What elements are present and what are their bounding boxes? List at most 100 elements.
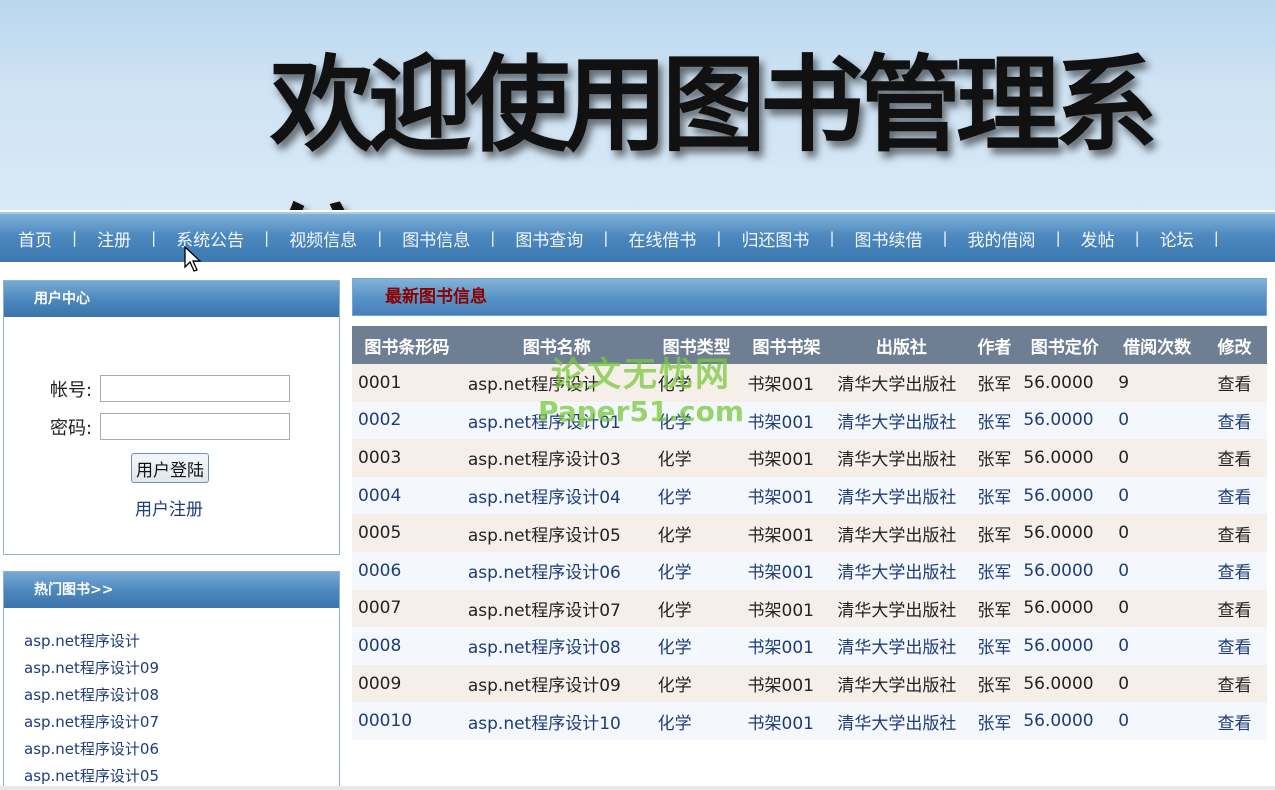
nav-item: 首页 | [10,226,89,251]
table-cell: 书架001 [741,702,832,740]
hot-book-item[interactable]: asp.net程序设计 [24,628,339,655]
table-cell: 0004 [352,476,462,515]
table-cell: 0 [1112,551,1203,590]
nav-link[interactable]: 论坛 [1152,226,1202,251]
table-cell: 清华大学出版社 [831,627,972,665]
table-cell: 0 [1112,514,1203,552]
view-link[interactable]: 查看 [1202,476,1267,515]
nav-separator: | [151,229,157,247]
table-cell: 张军 [971,627,1018,665]
table-cell: 化学 [651,514,742,552]
table-cell: 化学 [651,476,742,515]
hot-book-item[interactable]: asp.net程序设计07 [24,709,339,736]
view-link[interactable]: 查看 [1202,589,1267,628]
nav-link[interactable]: 我的借阅 [960,226,1044,251]
table-cell: 书架001 [741,627,832,665]
view-link[interactable]: 查看 [1202,551,1267,590]
table-cell: 张军 [971,589,1018,628]
view-link[interactable]: 查看 [1202,627,1267,665]
account-input[interactable] [100,375,290,402]
login-button[interactable]: 用户登陆 [131,453,209,483]
table-cell: 化学 [651,589,742,628]
table-cell: 化学 [651,401,742,440]
nav-link[interactable]: 图书查询 [507,226,591,251]
nav-item: 视频信息 | [281,226,394,251]
banner: 欢迎使用图书管理系统 [0,0,1275,210]
table-cell: 书架001 [741,551,832,590]
table-cell: 56.0000 [1017,664,1113,703]
table-cell: 0007 [352,589,462,628]
password-label: 密码: [50,417,93,439]
hot-books-panel: 热门图书>> asp.net程序设计 asp.net程序设计09 asp.net程序… [3,571,340,790]
column-header: 图书定价 [1017,326,1113,364]
column-header: 作者 [971,326,1018,364]
table-row: 0004 asp.net程序设计04 化学 书架001 清华大学出版社 张军 56.0000… [352,476,1267,515]
nav-link[interactable]: 归还图书 [733,226,817,251]
table-cell: 张军 [971,551,1018,590]
latest-books-header: 最新图书信息 [352,278,1267,316]
nav-item: 注册 | [89,226,168,251]
table-cell: 56.0000 [1017,627,1113,665]
table-cell: asp.net程序设计08 [461,627,652,665]
table-cell: 书架001 [741,589,832,628]
nav-separator: | [264,229,270,247]
nav-link[interactable]: 发帖 [1073,226,1123,251]
password-row: 密码: [50,413,290,440]
table-cell: asp.net程序设计05 [461,514,652,552]
register-link[interactable]: 用户注册 [135,495,203,520]
hot-books-title: 热门图书>> [4,572,339,608]
hot-book-item[interactable]: asp.net程序设计06 [24,736,339,763]
table-cell: 化学 [651,439,742,477]
table-cell: 书架001 [741,476,832,515]
table-header-row: 图书条形码 图书名称 图书类型 图书书架 出版社 作者 图书定价 借阅次数 修改 [352,326,1267,364]
table-cell: 0 [1112,476,1203,515]
account-row: 帐号: [50,375,290,402]
table-cell: 化学 [651,627,742,665]
table-row: 0007 asp.net程序设计07 化学 书架001 清华大学出版社 张军 56.0000… [352,589,1267,628]
nav-item: 图书查询 | [507,226,620,251]
table-cell: 清华大学出版社 [831,514,972,552]
table-cell: 化学 [651,364,742,402]
column-header: 借阅次数 [1112,326,1203,364]
nav-link[interactable]: 图书信息 [394,226,478,251]
table-row: 0003 asp.net程序设计03 化学 书架001 清华大学出版社 张军 56.0000… [352,439,1267,477]
table-cell: 清华大学出版社 [831,476,972,515]
table-cell: 张军 [971,702,1018,740]
hot-book-item[interactable]: asp.net程序设计09 [24,655,339,682]
table-cell: 0 [1112,401,1203,440]
table-cell: 56.0000 [1017,364,1113,402]
table-cell: 00010 [352,702,462,740]
table-cell: 清华大学出版社 [831,702,972,740]
column-header: 图书名称 [461,326,652,364]
nav-link[interactable]: 图书续借 [847,226,931,251]
table-cell: asp.net程序设计03 [461,439,652,477]
hot-book-item[interactable]: asp.net程序设计08 [24,682,339,709]
table-cell: 56.0000 [1017,551,1113,590]
view-link[interactable]: 查看 [1202,401,1267,440]
account-label: 帐号: [50,379,93,401]
table-cell: 张军 [971,476,1018,515]
view-link[interactable]: 查看 [1202,514,1267,552]
column-header: 图书书架 [741,326,832,364]
view-link[interactable]: 查看 [1202,702,1267,740]
nav-link[interactable]: 视频信息 [281,226,365,251]
table-cell: 0003 [352,439,462,477]
nav-link[interactable]: 系统公告 [168,226,252,251]
view-link[interactable]: 查看 [1202,664,1267,703]
user-center-title: 用户中心 [4,281,339,317]
table-cell: 书架001 [741,514,832,552]
nav-link[interactable]: 在线借书 [620,226,704,251]
nav-link[interactable]: 首页 [10,226,60,251]
table-cell: 0 [1112,627,1203,665]
nav-separator: | [716,229,722,247]
password-input[interactable] [100,413,290,440]
view-link[interactable]: 查看 [1202,439,1267,477]
nav-link[interactable]: 注册 [89,226,139,251]
table-row: 0001 asp.net程序设计 化学 书架001 清华大学出版社 张军 56.0000 9 查… [352,364,1267,402]
table-cell: asp.net程序设计09 [461,664,652,703]
table-cell: 书架001 [741,364,832,402]
table-cell: 清华大学出版社 [831,401,972,440]
table-cell: 清华大学出版社 [831,364,972,402]
column-header: 图书类型 [651,326,742,364]
view-link[interactable]: 查看 [1202,364,1267,402]
